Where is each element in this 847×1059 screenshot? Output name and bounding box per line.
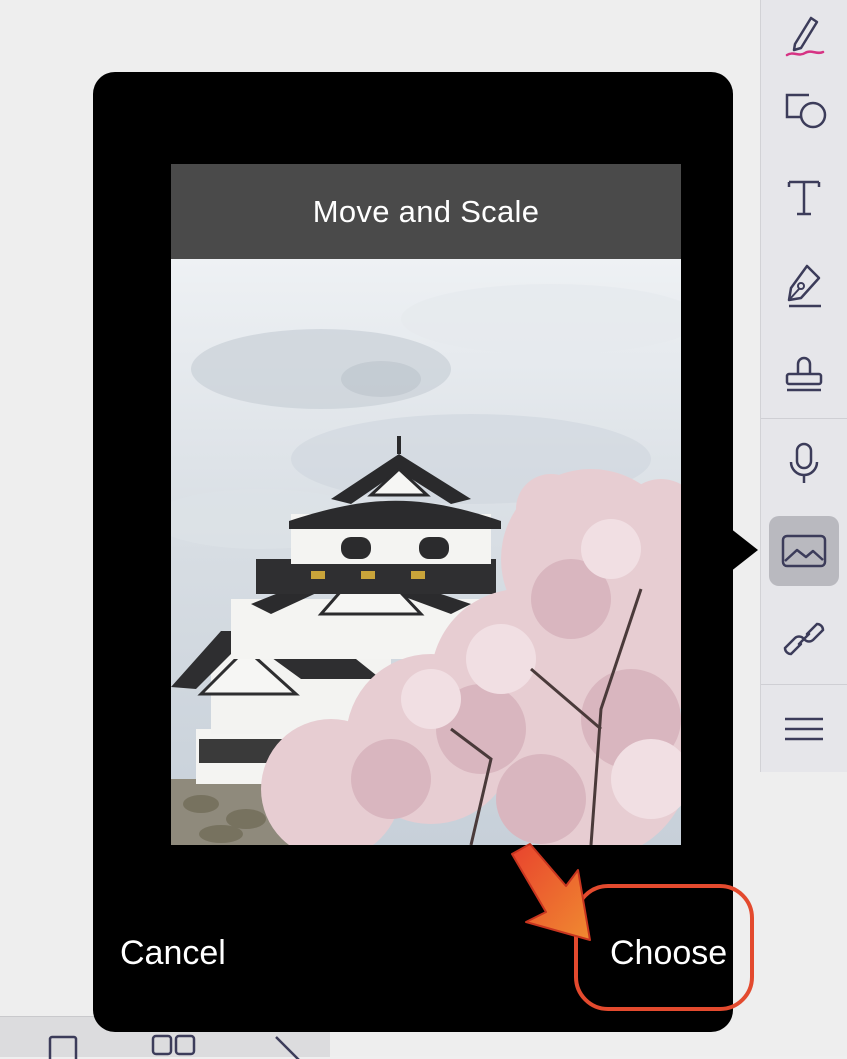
stamp-tool[interactable]: [769, 338, 839, 408]
dialog-title: Move and Scale: [171, 164, 681, 259]
cancel-button[interactable]: Cancel: [120, 934, 226, 973]
castle-photo[interactable]: [171, 259, 681, 845]
popover-pointer: [730, 528, 758, 572]
toolbar-divider: [761, 418, 847, 419]
link-tool[interactable]: [769, 604, 839, 674]
image-picker-popover: Move and Scale Cancel Choose: [93, 72, 733, 1032]
menu-icon: [785, 717, 823, 741]
image-icon: [781, 534, 827, 568]
more-tool[interactable]: [769, 694, 839, 764]
image-tool[interactable]: [769, 516, 839, 586]
choose-button[interactable]: Choose: [610, 934, 727, 973]
text-tool[interactable]: [769, 162, 839, 232]
signature-tool[interactable]: [769, 250, 839, 320]
line-icon[interactable]: [270, 1035, 310, 1059]
photo-crop-area[interactable]: Move and Scale: [171, 164, 681, 845]
single-page-icon[interactable]: [48, 1035, 80, 1059]
annotation-toolbar: [760, 0, 847, 772]
two-page-icon[interactable]: [150, 1033, 198, 1057]
fountain-pen-icon: [787, 264, 821, 308]
microphone-icon: [789, 442, 819, 483]
link-icon: [783, 622, 825, 656]
pen-tool[interactable]: [769, 0, 839, 70]
shapes-tool[interactable]: [769, 73, 839, 143]
toolbar-divider: [761, 684, 847, 685]
text-icon: [787, 180, 821, 216]
audio-tool[interactable]: [769, 428, 839, 498]
shapes-icon: [785, 93, 827, 129]
stamp-icon: [785, 356, 823, 392]
pen-icon: [785, 16, 825, 57]
